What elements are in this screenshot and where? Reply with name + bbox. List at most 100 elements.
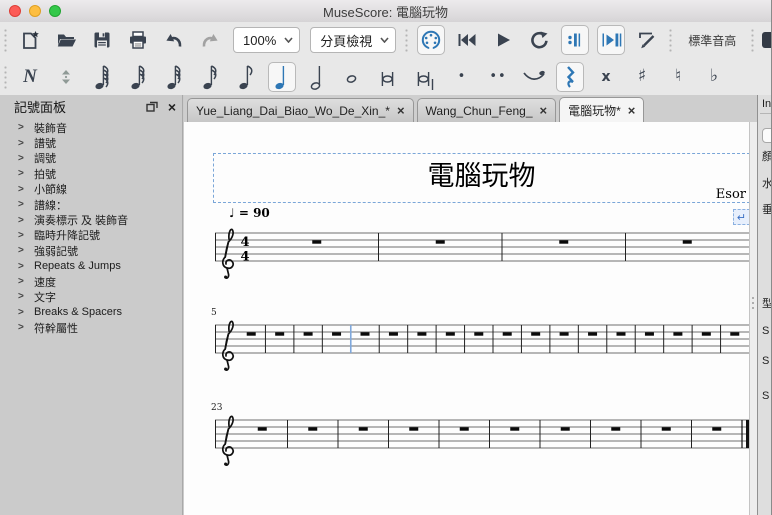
palette-item-label: 調號 [34, 150, 56, 166]
toolbar-drag-handle[interactable] [2, 64, 8, 90]
inspector-label: S [762, 355, 769, 367]
new-score-button[interactable] [16, 25, 44, 55]
zoom-select[interactable]: 100% [233, 27, 300, 53]
voice-stepper[interactable] [52, 62, 80, 92]
toolbar-drag-handle[interactable] [667, 27, 673, 53]
measure-number: 5 [211, 308, 217, 318]
note-quarter-button[interactable] [268, 62, 296, 92]
note-longa-button[interactable] [412, 62, 440, 92]
note-half-button[interactable] [304, 62, 332, 92]
palette-item-2[interactable]: >譜號 [6, 135, 182, 150]
note-8th-button[interactable] [232, 62, 260, 92]
palette-item-3[interactable]: >調號 [6, 151, 182, 166]
repeat-playback-button[interactable] [561, 25, 589, 55]
double-sharp-button[interactable]: x [592, 62, 620, 92]
staff-system-3[interactable]: 23 [215, 410, 752, 468]
palette-item-10[interactable]: >Repeats & Jumps [6, 259, 182, 274]
sharp-button[interactable]: ♯ [628, 62, 656, 92]
panel-splitter[interactable] [749, 122, 757, 515]
title-frame[interactable]: 電腦玩物 Esor [213, 153, 750, 203]
close-tab-icon[interactable]: × [397, 103, 405, 118]
augmentation-dot-button[interactable]: • [448, 62, 476, 92]
palette-item-5[interactable]: >小節線 [6, 182, 182, 197]
chevron-down-icon [380, 37, 389, 43]
concert-pitch-button[interactable]: 標準音高 [681, 25, 743, 55]
toolbar-drag-handle[interactable] [403, 27, 409, 53]
image-capture-button[interactable] [633, 25, 661, 55]
note-whole-button[interactable] [340, 62, 368, 92]
palette-item-label: 速度 [34, 274, 56, 290]
tab-label: Wang_Chun_Feng_ [426, 104, 533, 118]
float-panel-button[interactable] [146, 101, 158, 112]
rewind-icon [456, 30, 478, 50]
note-breve-button[interactable] [376, 62, 404, 92]
palette-item-12[interactable]: >文字 [6, 289, 182, 304]
composer-text[interactable]: Esor [716, 187, 746, 202]
note-64th-button[interactable] [124, 62, 152, 92]
inspector-mini-button[interactable] [762, 128, 772, 143]
tempo-marking[interactable]: ♩ = 90 [229, 206, 270, 220]
palette-item-11[interactable]: >速度 [6, 274, 182, 289]
double-dot-button[interactable]: •• [484, 62, 512, 92]
score-title[interactable]: 電腦玩物 [214, 154, 749, 200]
chevron-right-icon: > [18, 291, 34, 302]
palette-item-4[interactable]: >拍號 [6, 166, 182, 181]
note-input-button[interactable]: N [16, 62, 44, 92]
loop-playback-button[interactable] [525, 25, 553, 55]
undo-button[interactable] [160, 25, 188, 55]
palette-item-1[interactable]: >裝飾音 [6, 120, 182, 135]
main-area: 記號面板 × >裝飾音>譜號>調號>拍號>小節線>譜線：>演奏標示 及 裝飾音>… [0, 95, 771, 515]
close-tab-icon[interactable]: × [540, 103, 548, 118]
tie-button[interactable] [520, 62, 548, 92]
view-mode-select[interactable]: 分頁檢視 [310, 27, 396, 53]
concert-pitch-label: 標準音高 [688, 32, 736, 49]
note-128th-button[interactable] [88, 62, 116, 92]
palette-item-6[interactable]: >譜線： [6, 197, 182, 212]
open-file-button[interactable] [52, 25, 80, 55]
chevron-right-icon: > [18, 307, 34, 318]
quarter-rest-icon [563, 65, 577, 89]
tab-3[interactable]: 電腦玩物*× [559, 97, 644, 122]
view-mode-value: 分頁檢視 [320, 31, 372, 50]
midi-input-button[interactable] [417, 25, 445, 55]
tab-1[interactable]: Yue_Liang_Dai_Biao_Wo_De_Xin_*× [187, 98, 414, 122]
inspector-label: S [762, 325, 769, 337]
chevron-right-icon: > [18, 138, 34, 149]
palette-item-13[interactable]: >Breaks & Spacers [6, 305, 182, 320]
staff-system-1[interactable]: 44 [215, 223, 752, 281]
chevron-right-icon: > [18, 168, 34, 179]
redo-button[interactable] [196, 25, 224, 55]
rest-button[interactable] [556, 62, 584, 92]
close-tab-icon[interactable]: × [628, 103, 636, 118]
palette-item-label: 符幹屬性 [34, 320, 78, 336]
palette-item-9[interactable]: >強弱記號 [6, 243, 182, 258]
palette-item-7[interactable]: >演奏標示 及 裝飾音 [6, 212, 182, 227]
note-32nd-button[interactable] [160, 62, 188, 92]
play-button[interactable] [489, 25, 517, 55]
close-panel-button[interactable]: × [168, 99, 176, 115]
natural-button[interactable]: ♮ [664, 62, 692, 92]
toolbar-drag-handle[interactable] [749, 27, 755, 53]
pan-playback-button[interactable] [597, 25, 625, 55]
zoom-value: 100% [243, 33, 276, 48]
save-button[interactable] [88, 25, 116, 55]
toolbar-drag-handle[interactable] [2, 27, 8, 53]
note-input-icon: N [23, 66, 37, 88]
flat-button[interactable]: ♭ [700, 62, 728, 92]
palette-item-label: 小節線 [34, 181, 67, 197]
chevron-right-icon: > [18, 230, 34, 241]
chevron-right-icon: > [18, 122, 34, 133]
snapshot-button[interactable] [761, 26, 771, 54]
note-16th-button[interactable] [196, 62, 224, 92]
rewind-button[interactable] [453, 25, 481, 55]
palette-item-14[interactable]: >符幹屬性 [6, 320, 182, 335]
print-button[interactable] [124, 25, 152, 55]
tab-2[interactable]: Wang_Chun_Feng_ × [417, 98, 557, 122]
midi-connector-icon [420, 29, 442, 51]
inspector-label: S [762, 390, 769, 402]
staff-system-2[interactable]: 5 [215, 315, 752, 373]
score-canvas[interactable]: 電腦玩物 Esor ♩ = 90 ↵ 44523 [184, 122, 757, 515]
pan-score-icon [600, 30, 623, 50]
loop-icon [529, 30, 550, 50]
palette-item-8[interactable]: >臨時升降記號 [6, 228, 182, 243]
